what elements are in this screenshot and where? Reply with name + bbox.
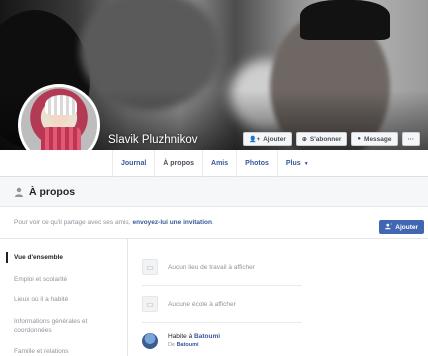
add-friend-primary-button[interactable]: Ajouter: [379, 220, 424, 234]
sidebar-item-contact-info[interactable]: Informations générales et coordonnées: [14, 317, 122, 335]
add-friend-button[interactable]: 👤+ Ajouter: [243, 132, 292, 146]
tab-more[interactable]: Plus ▼: [276, 150, 317, 177]
school-icon: ▭: [142, 296, 158, 312]
more-icon: ···: [407, 135, 415, 143]
friend-invite-notice: Pour voir ce qu'il partage avec ses amis…: [0, 207, 428, 239]
sidebar-item-work-education[interactable]: Emploi et scolarité: [14, 275, 122, 284]
profile-name[interactable]: Slavik Pluzhnikov: [108, 134, 197, 146]
chevron-down-icon: ▼: [303, 160, 309, 167]
work-row: ▭ Aucun lieu de travail à afficher: [142, 259, 255, 275]
sidebar-item-family[interactable]: Famille et relations: [14, 347, 122, 356]
sidebar-item-overview[interactable]: Vue d'ensemble: [6, 252, 122, 263]
more-button[interactable]: ···: [401, 132, 420, 146]
tab-about[interactable]: À propos: [154, 150, 202, 177]
school-row: ▭ Aucune école à afficher: [142, 296, 236, 312]
send-invite-link[interactable]: envoyez-lui une invitation: [133, 219, 212, 226]
add-friend-icon: 👤+: [249, 136, 261, 143]
profile-nav: Journal À propos Amis Photos Plus ▼: [0, 150, 428, 177]
follow-button[interactable]: ⊕ S'abonner: [295, 132, 348, 146]
briefcase-icon: ▭: [142, 259, 158, 275]
notice-text: Pour voir ce qu'il partage avec ses amis…: [14, 219, 131, 226]
about-section-header: À propos: [0, 177, 428, 207]
overview-panel: ▭ Aucun lieu de travail à afficher ▭ Auc…: [130, 239, 428, 356]
city-photo-icon: [142, 333, 158, 349]
rss-icon: ⊕: [301, 136, 307, 143]
about-sidebar: Vue d'ensemble Emploi et scolarité Lieux…: [0, 239, 128, 356]
tab-journal[interactable]: Journal: [112, 150, 154, 177]
city-row: Habite à Batoumi De Batoumi: [142, 333, 220, 349]
current-city-link[interactable]: Batoumi: [194, 333, 220, 340]
school-text: Aucune école à afficher: [168, 300, 236, 308]
tab-photos[interactable]: Photos: [236, 150, 277, 177]
sidebar-item-places[interactable]: Lieux où il a habité: [14, 295, 122, 304]
messenger-icon: ●: [357, 136, 362, 142]
person-icon: [14, 187, 24, 197]
work-text: Aucun lieu de travail à afficher: [168, 263, 255, 271]
tab-friends[interactable]: Amis: [202, 150, 236, 177]
message-button[interactable]: ● Message: [351, 132, 398, 146]
section-title: À propos: [29, 185, 76, 198]
cover-actions: 👤+ Ajouter ⊕ S'abonner ● Message ···: [243, 132, 420, 146]
hometown-link[interactable]: Batoumi: [177, 342, 199, 348]
add-friend-icon: [385, 223, 393, 232]
